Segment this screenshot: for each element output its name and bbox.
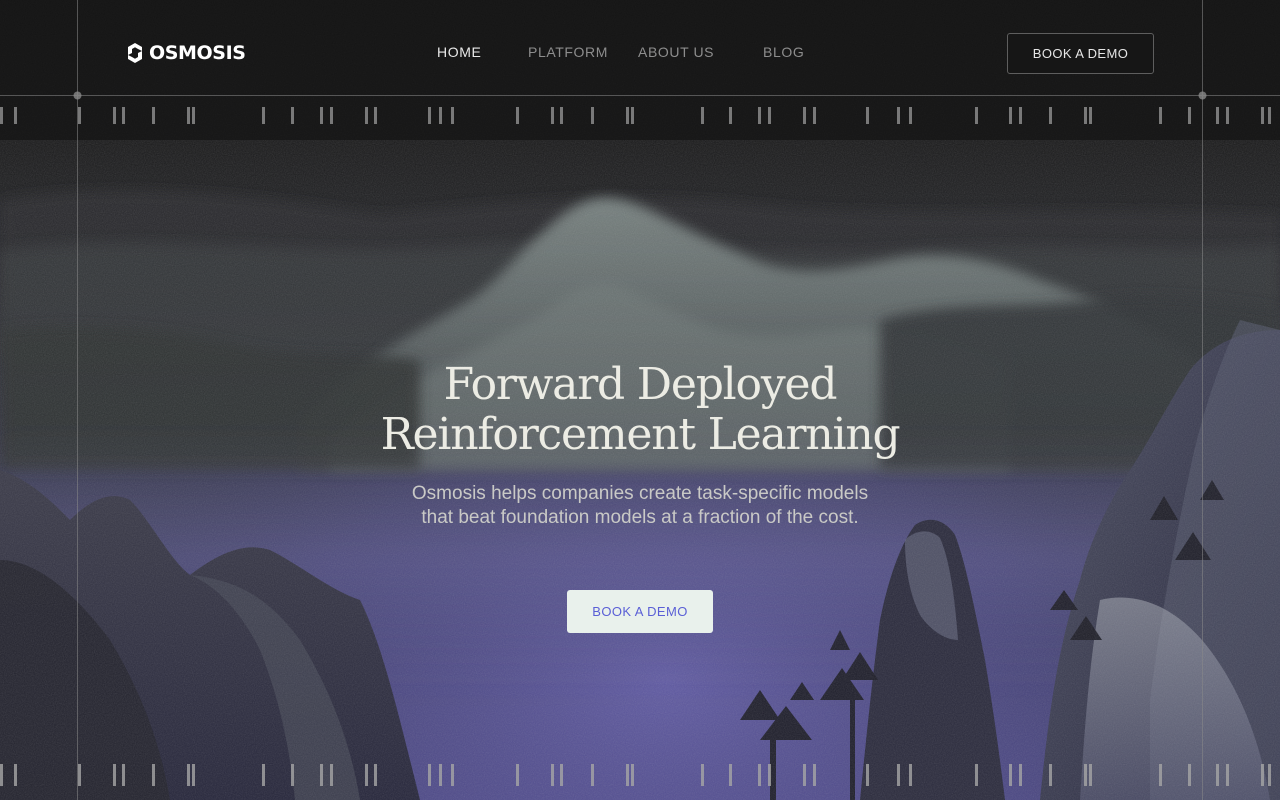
hero-subtitle-line-1: Osmosis helps companies create task-spec… [411,483,869,504]
nav-item-about-us[interactable]: ABOUT US [638,44,714,60]
hero-section: Forward Deployed Reinforcement Learning … [0,360,1280,530]
hero-subtitle-line-2: that beat foundation models at a fractio… [421,507,859,528]
hero-title-line-1: Forward Deployed [443,359,838,410]
osmosis-logo-icon [128,43,142,63]
nav-item-home[interactable]: HOME [437,44,481,60]
nav-item-platform[interactable]: PLATFORM [528,44,608,60]
top-navigation: OSMOSIS HOME PLATFORM ABOUT US BLOG BOOK… [0,0,1280,95]
book-demo-hero-button[interactable]: BOOK A DEMO [567,590,713,633]
brand-name: OSMOSIS [149,42,246,64]
brand-logo[interactable]: OSMOSIS [125,42,246,64]
hero-subtitle: Osmosis helps companies create task-spec… [380,482,900,530]
hero-title: Forward Deployed Reinforcement Learning [0,360,1280,460]
book-demo-nav-button[interactable]: BOOK A DEMO [1007,33,1154,74]
hero-title-line-2: Reinforcement Learning [380,409,901,460]
nav-item-blog[interactable]: BLOG [763,44,804,60]
page: OSMOSIS HOME PLATFORM ABOUT US BLOG BOOK… [0,0,1280,800]
